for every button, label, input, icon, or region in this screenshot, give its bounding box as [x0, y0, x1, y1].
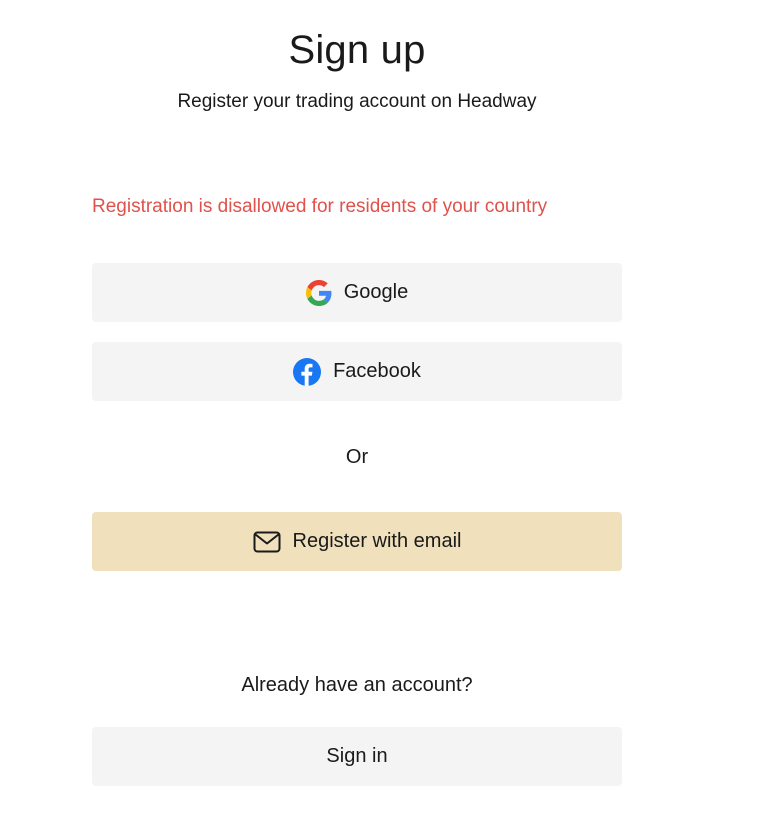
google-icon [305, 279, 332, 306]
mail-icon [253, 531, 281, 553]
facebook-button-label: Facebook [333, 360, 421, 382]
facebook-signup-button[interactable]: Facebook [92, 342, 622, 401]
page-subtitle: Register your trading account on Headway [177, 91, 537, 112]
facebook-icon [293, 357, 322, 386]
google-signup-button[interactable]: Google [92, 263, 622, 322]
page-title: Sign up [288, 28, 426, 72]
google-button-label: Google [343, 281, 409, 303]
register-email-button[interactable]: Register with email [92, 512, 622, 571]
sign-in-button[interactable]: Sign in [92, 727, 622, 786]
error-message: Registration is disallowed for residents… [92, 196, 548, 217]
sign-in-label: Sign in [326, 745, 388, 767]
register-email-label: Register with email [292, 530, 462, 552]
or-divider: Or [345, 446, 369, 468]
already-account-text: Already have an account? [241, 674, 473, 696]
